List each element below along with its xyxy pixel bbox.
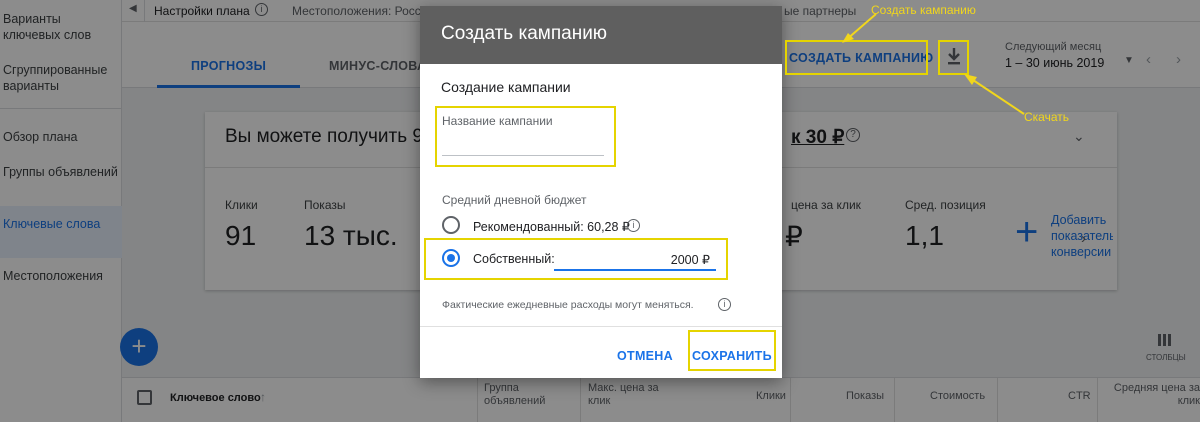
dialog-divider bbox=[420, 326, 782, 327]
annotation-arrow-create bbox=[842, 13, 877, 43]
recommended-budget-label[interactable]: Рекомендованный: 60,28 ₽ bbox=[473, 219, 630, 234]
recommended-budget-radio[interactable] bbox=[442, 216, 460, 234]
highlight-own-budget bbox=[424, 238, 728, 280]
note-info-icon[interactable]: i bbox=[718, 298, 731, 311]
highlight-save-button bbox=[688, 330, 776, 371]
highlight-download bbox=[938, 40, 969, 75]
dialog-section-title: Создание кампании bbox=[441, 79, 571, 95]
budget-note: Фактические ежедневные расходы могут мен… bbox=[442, 299, 694, 311]
highlight-name-field bbox=[435, 106, 616, 167]
budget-label: Средний дневной бюджет bbox=[442, 193, 587, 207]
create-campaign-dialog: Создать кампанию Создание кампании Назва… bbox=[420, 6, 782, 378]
annotation-arrow-download bbox=[964, 74, 1025, 115]
dialog-title: Создать кампанию bbox=[420, 6, 782, 64]
highlight-create-campaign bbox=[785, 40, 928, 75]
cancel-button[interactable]: ОТМЕНА bbox=[617, 349, 673, 363]
recommended-info-icon[interactable]: i bbox=[627, 219, 640, 232]
annotation-create-campaign: Создать кампанию bbox=[871, 3, 976, 17]
annotation-download: Скачать bbox=[1024, 110, 1069, 124]
